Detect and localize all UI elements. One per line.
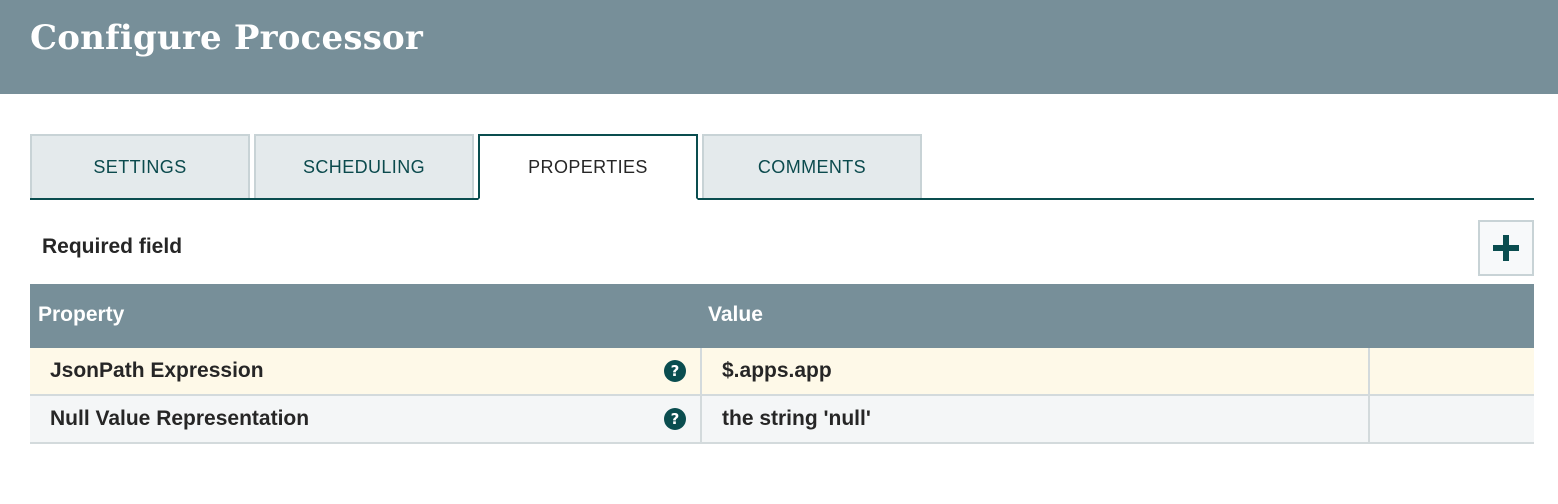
cell-divider [1368, 348, 1370, 394]
required-field-label: Required field [42, 235, 183, 258]
question-circle-icon[interactable]: ? [664, 408, 686, 430]
table-header: Property Value [30, 284, 1534, 348]
property-value[interactable]: the string 'null' [722, 407, 871, 431]
properties-table: Property Value JsonPath Expression ? $.a… [30, 284, 1534, 444]
plus-icon [1493, 235, 1519, 261]
table-row[interactable]: Null Value Representation ? the string '… [30, 396, 1534, 444]
dialog-header: Configure Processor [0, 0, 1558, 94]
tab-scheduling[interactable]: SCHEDULING [254, 134, 474, 198]
question-circle-icon[interactable]: ? [664, 360, 686, 382]
column-header-property[interactable]: Property [38, 303, 124, 327]
column-header-value[interactable]: Value [708, 303, 763, 327]
cell-divider [700, 348, 702, 394]
cell-divider [1368, 396, 1370, 442]
cell-divider [700, 396, 702, 442]
tab-settings[interactable]: SETTINGS [30, 134, 250, 198]
property-name: Null Value Representation [50, 407, 310, 430]
property-value[interactable]: $.apps.app [722, 359, 832, 383]
add-property-button[interactable] [1478, 220, 1534, 276]
tab-comments[interactable]: COMMENTS [702, 134, 922, 198]
tab-properties[interactable]: PROPERTIES [478, 134, 698, 200]
dialog-title: Configure Processor [30, 18, 424, 58]
tab-bar: SETTINGS SCHEDULING PROPERTIES COMMENTS [30, 134, 1534, 200]
property-name: JsonPath Expression [50, 359, 264, 382]
table-row[interactable]: JsonPath Expression ? $.apps.app [30, 348, 1534, 396]
